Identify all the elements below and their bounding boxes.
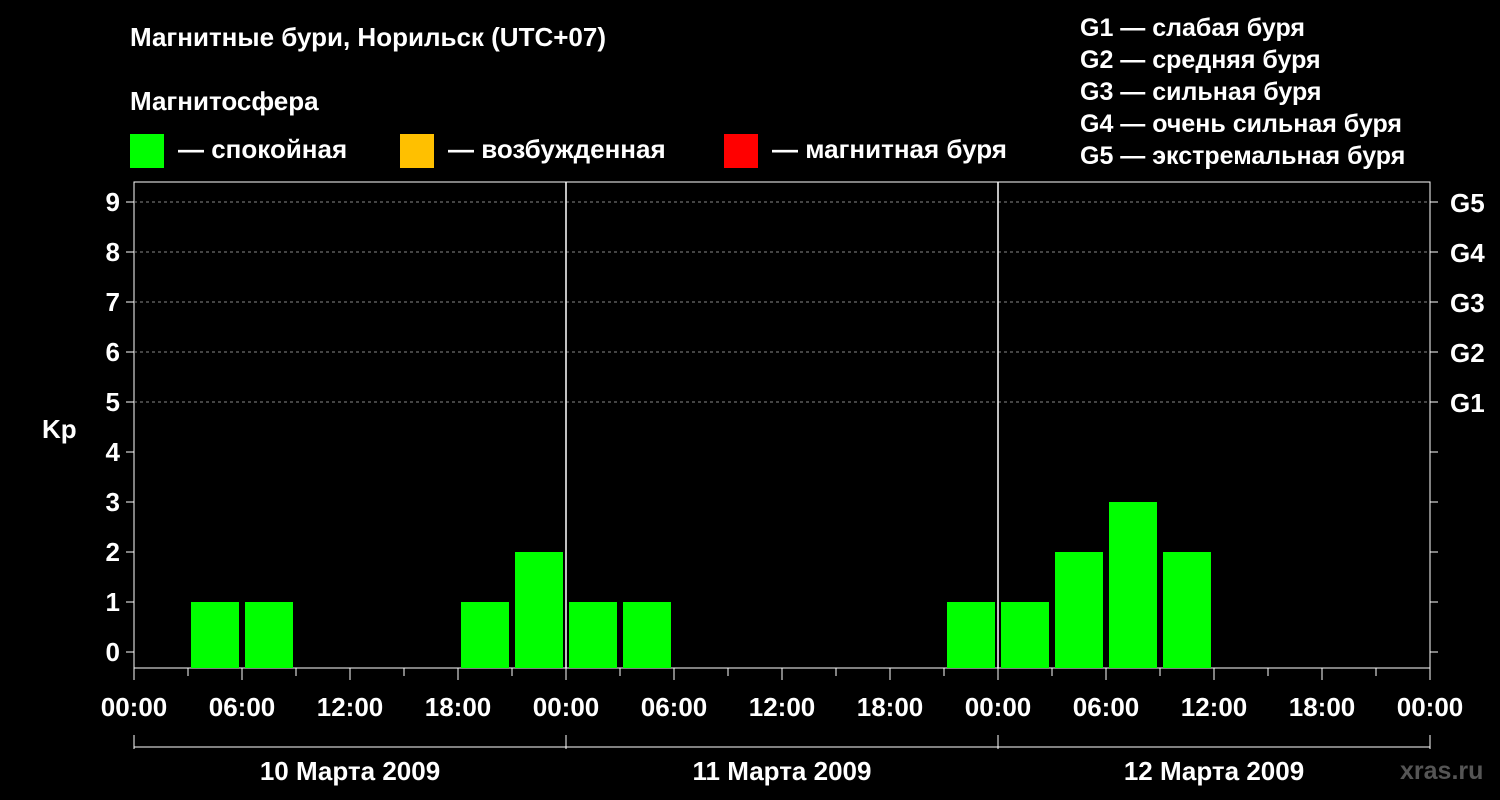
g-level-label: G4 [1450,238,1485,268]
y-tick-label: 7 [106,287,120,317]
y-tick-label: 0 [106,637,120,667]
y-axis-label: Kp [42,414,77,444]
x-tick-label: 00:00 [533,692,600,722]
plot-frame [133,181,1431,669]
brand-watermark: xras.ru [1400,757,1484,785]
x-tick-label: 00:00 [965,692,1032,722]
y-tick-label: 6 [106,337,120,367]
y-tick-label: 1 [106,587,120,617]
y-tick-label: 3 [106,487,120,517]
kp-bar [245,602,293,668]
kp-bar [947,602,995,668]
x-tick-label: 18:00 [425,692,492,722]
x-tick-label: 00:00 [1397,692,1464,722]
x-tick-label: 18:00 [1289,692,1356,722]
y-tick-label: 2 [106,537,120,567]
kp-bar [1055,552,1103,668]
g-level-label: G5 [1450,188,1485,218]
day-label: 11 Марта 2009 [693,756,872,786]
kp-bar [1001,602,1049,668]
kp-bar [1109,502,1157,668]
kp-bar [1163,552,1211,668]
x-tick-label: 06:00 [641,692,708,722]
g-level-label: G2 [1450,338,1485,368]
kp-bar [569,602,617,668]
x-tick-label: 06:00 [209,692,276,722]
y-tick-label: 8 [106,237,120,267]
day-label: 12 Марта 2009 [1124,756,1304,786]
y-tick-label: 9 [106,187,120,217]
x-tick-label: 12:00 [749,692,816,722]
kp-bar [623,602,671,668]
x-tick-label: 00:00 [101,692,168,722]
kp-bar [515,552,563,668]
x-tick-label: 12:00 [317,692,384,722]
kp-bar [191,602,239,668]
y-tick-label: 4 [106,437,121,467]
g-level-label: G1 [1450,388,1485,418]
g-level-label: G3 [1450,288,1485,318]
x-tick-label: 06:00 [1073,692,1140,722]
kp-chart: 0 1 2 3 4 5 6 7 8 9 G1 G2 G3 G4 G5 Kp 00:00 06:00 12:00 18:… [42,181,1485,786]
x-tick-label: 12:00 [1181,692,1248,722]
x-tick-label: 18:00 [857,692,924,722]
kp-bar [461,602,509,668]
day-label: 10 Марта 2009 [260,756,440,786]
y-tick-label: 5 [106,387,120,417]
